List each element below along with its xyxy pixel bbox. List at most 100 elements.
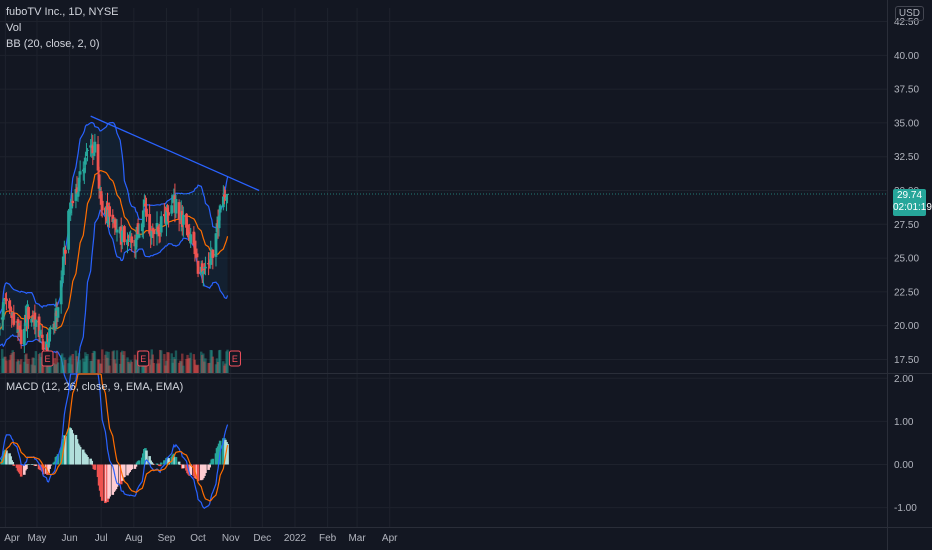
macd-histogram-bar-86	[123, 464, 126, 478]
volume-bar-41	[56, 362, 60, 373]
volume-bar-111	[160, 350, 163, 373]
candle-body-17	[22, 328, 26, 345]
macd-histogram-bar-126	[182, 464, 185, 469]
chart-container[interactable]: Apr May Jun Jul Aug Sep Oct Nov Dec 2022 Feb Mar Apr…	[0, 0, 932, 550]
macd-histogram-bar-66	[93, 464, 97, 470]
volume-bar-71	[101, 349, 104, 373]
macd-histogram-bar-63	[90, 460, 94, 465]
macd-histogram-bar-71	[100, 464, 104, 501]
candle-body-59	[83, 157, 87, 165]
candle-body-36	[49, 327, 53, 329]
candle-body-67	[96, 144, 100, 171]
candle-body-121	[174, 199, 178, 214]
candle-body-21	[27, 307, 30, 320]
candle-body-117	[170, 205, 174, 214]
candle-body-135	[195, 253, 199, 258]
price-tick-1: 40.00	[894, 51, 919, 62]
macd-histogram-bar-105	[151, 463, 155, 465]
candle-body-116	[167, 212, 170, 216]
macd-histogram-bar-91	[130, 464, 134, 470]
time-label-feb: Feb	[319, 533, 337, 544]
candle-body-44	[61, 256, 65, 276]
volume-bar-76	[108, 365, 111, 373]
last-price-tag: 29.74 02:01:19	[893, 189, 932, 216]
volume-bar-26	[34, 351, 38, 373]
candle-body-11	[12, 312, 16, 325]
macd-histogram-bar-61	[86, 456, 89, 465]
candle-body-30	[40, 334, 44, 338]
volume-bar-141	[204, 358, 207, 373]
price-tick-2: 37.50	[894, 85, 919, 96]
time-label-nov: Nov	[222, 533, 240, 544]
macd-histogram-bar-76	[108, 464, 111, 497]
candle-body-131	[189, 234, 193, 244]
time-label-jul: Jul	[95, 533, 108, 544]
macd-tick-2: 0.00	[894, 460, 914, 471]
macd-tick-1: 1.00	[894, 417, 914, 428]
price-tick-3: 35.00	[894, 118, 919, 129]
volume-bar-151	[218, 349, 222, 373]
macd-histogram-bar-141	[204, 464, 207, 474]
macd-histogram-bar-21	[27, 464, 30, 465]
candle-body-146	[211, 249, 215, 258]
macd-histogram-bar-106	[152, 464, 156, 466]
candle-body-6	[5, 298, 8, 302]
macd-histogram-bar-93	[134, 464, 138, 467]
volume-bar-16	[19, 359, 23, 373]
volume-bar-61	[86, 353, 89, 373]
macd-histogram-bar-16	[19, 464, 23, 477]
volume-bar-51	[71, 354, 74, 373]
time-label-apr: Apr	[382, 533, 398, 544]
time-label-may: May	[28, 533, 47, 544]
macd-label[interactable]: MACD (12, 26, close, 9, EMA, EMA)	[6, 381, 183, 393]
bollinger-label[interactable]: BB (20, close, 2, 0)	[6, 36, 119, 52]
volume-bar-116	[167, 352, 170, 373]
candle-body-96	[137, 234, 141, 238]
candle-body-136	[196, 260, 200, 274]
price-tick-6: 27.50	[894, 220, 919, 231]
volume-bar-121	[174, 350, 178, 373]
last-price-value: 29.74	[896, 190, 923, 201]
macd-histogram-bar-122	[177, 461, 181, 465]
price-tick-7: 25.00	[894, 254, 919, 265]
macd-histogram-bar-10	[11, 461, 15, 465]
macd-histogram-bar-111	[159, 462, 163, 465]
candle-body-126	[181, 214, 185, 225]
symbol-title[interactable]: fuboTV Inc., 1D, NYSE	[6, 4, 119, 20]
candle-body-91	[130, 236, 134, 243]
candle-body-31	[41, 341, 45, 350]
volume-bar-91	[130, 361, 133, 373]
volume-bar-136	[196, 364, 200, 373]
earnings-marker-label-1: E	[140, 354, 146, 364]
bar-countdown: 02:01:19	[893, 202, 932, 213]
macd-histogram-bar-110	[158, 464, 162, 467]
candle-body-51	[71, 200, 75, 204]
candle-body-106	[152, 230, 156, 235]
candle-body-86	[122, 226, 126, 243]
price-tick-9: 20.00	[894, 321, 919, 332]
price-chart-svg[interactable]: Apr May Jun Jul Aug Sep Oct Nov Dec 2022 Feb Mar Apr…	[0, 0, 932, 550]
time-label-jun: Jun	[62, 533, 78, 544]
volume-bar-146	[211, 356, 215, 373]
macd-histogram-bar-19	[25, 464, 28, 469]
bollinger-band-fill	[0, 122, 228, 390]
chart-legend: fuboTV Inc., 1D, NYSE Vol BB (20, close,…	[6, 4, 119, 52]
currency-badge[interactable]: USD	[894, 6, 924, 21]
volume-label[interactable]: Vol	[6, 20, 119, 36]
candle-body-81	[115, 229, 119, 233]
time-label-sep: Sep	[158, 533, 176, 544]
candle-body-66	[93, 141, 97, 153]
macd-histogram-bar-56	[78, 447, 82, 465]
earnings-marker-label-2: E	[232, 354, 238, 364]
candle-body-98	[141, 210, 145, 228]
earnings-marker-label-0: E	[44, 354, 50, 364]
candle-body-141	[204, 266, 207, 269]
time-label-mar: Mar	[348, 533, 366, 544]
candle-body-16	[19, 329, 23, 344]
volume-bar-6	[5, 360, 8, 373]
volume-bar-86	[123, 351, 126, 373]
macd-histogram-bar-36	[49, 464, 52, 466]
macd-histogram-bar-146	[211, 458, 215, 465]
time-label-dec: Dec	[253, 533, 271, 544]
volume-bar-81	[115, 350, 119, 373]
